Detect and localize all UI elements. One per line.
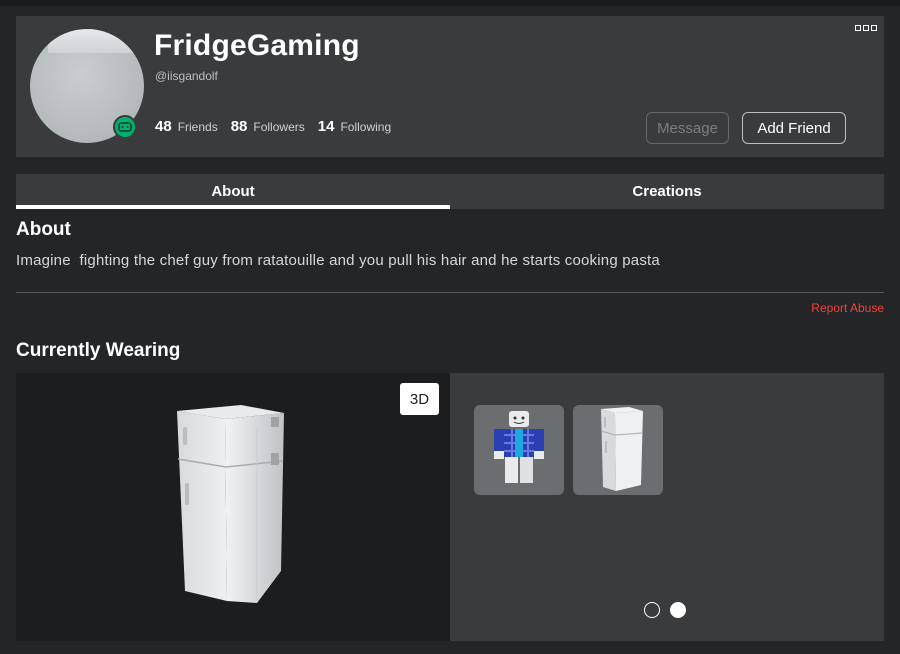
message-button[interactable]: Message [646, 112, 729, 144]
followers-label: Followers [253, 120, 305, 134]
add-friend-button[interactable]: Add Friend [742, 112, 846, 144]
followers-stat[interactable]: 88 Followers [231, 118, 305, 135]
about-heading: About [16, 219, 71, 240]
fridge-model [177, 405, 284, 603]
gamepad-icon-glyph [118, 122, 132, 132]
friends-label: Friends [177, 120, 218, 134]
following-count: 14 [317, 118, 335, 135]
item-fridge[interactable] [573, 405, 663, 495]
currently-wearing-heading: Currently Wearing [16, 340, 181, 361]
about-description: Imagine fighting the chef guy from ratat… [16, 252, 660, 269]
username: @iisgandolf [155, 69, 218, 83]
tab-about[interactable]: About [16, 174, 450, 209]
more-dot [863, 25, 869, 31]
friends-stat[interactable]: 48 Friends [155, 118, 218, 135]
top-bar [0, 0, 900, 6]
fridge-thumbnail-icon [600, 407, 643, 491]
report-abuse-link[interactable]: Report Abuse [811, 301, 884, 315]
tab-creations[interactable]: Creations [450, 174, 884, 209]
profile-stats: 48 Friends 88 Followers 14 Following [155, 118, 404, 135]
item-avatar-outfit[interactable] [474, 405, 564, 495]
carousel-pagination [644, 602, 686, 618]
pagination-dot-2[interactable] [670, 602, 686, 618]
profile-header: FridgeGaming @iisgandolf 48 Friends 88 F… [16, 16, 884, 157]
wearing-items-panel [450, 373, 884, 641]
more-options-icon[interactable] [855, 25, 877, 31]
friends-count: 48 [155, 118, 172, 135]
following-label: Following [340, 120, 392, 134]
more-dot [871, 25, 877, 31]
more-dot [855, 25, 861, 31]
avatar-thumbnail-icon [494, 411, 544, 483]
followers-count: 88 [230, 118, 248, 135]
view-3d-button[interactable]: 3D [400, 383, 439, 415]
gamepad-icon [113, 115, 137, 139]
avatar-3d-viewer[interactable]: 3D [16, 373, 450, 641]
divider [16, 292, 884, 293]
avatar-highlight [48, 29, 138, 53]
pagination-dot-1[interactable] [644, 602, 660, 618]
profile-tabs: About Creations [16, 174, 884, 209]
following-stat[interactable]: 14 Following [318, 118, 391, 135]
display-name: FridgeGaming [154, 29, 360, 62]
